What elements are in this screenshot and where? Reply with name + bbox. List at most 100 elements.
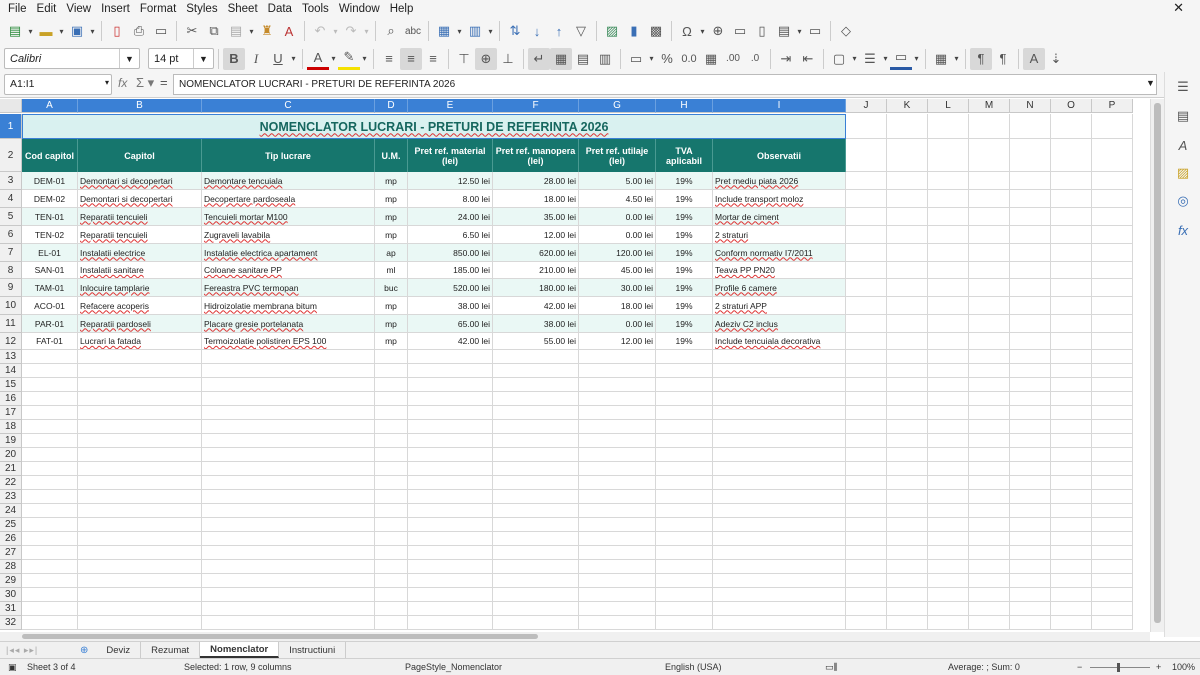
empty-cell[interactable] (928, 406, 969, 420)
empty-cell[interactable] (928, 448, 969, 462)
empty-cell[interactable] (579, 406, 656, 420)
empty-cell[interactable] (375, 448, 408, 462)
empty-cell[interactable] (1010, 315, 1051, 333)
empty-cell[interactable] (22, 420, 78, 434)
empty-cell[interactable] (928, 279, 969, 297)
empty-cell[interactable] (579, 378, 656, 392)
data-cell[interactable]: Profile 6 camere (713, 279, 846, 297)
freeze-rows-columns-icon[interactable]: ▭ (804, 20, 826, 42)
empty-cell[interactable] (408, 434, 493, 448)
data-cell[interactable]: ml (375, 262, 408, 279)
empty-cell[interactable] (846, 172, 887, 190)
empty-cell[interactable] (408, 462, 493, 476)
empty-cell[interactable] (375, 574, 408, 588)
empty-cell[interactable] (713, 350, 846, 364)
empty-cell[interactable] (928, 504, 969, 518)
empty-cell[interactable] (656, 602, 713, 616)
empty-cell[interactable] (1010, 518, 1051, 532)
empty-cell[interactable] (969, 114, 1010, 139)
empty-cell[interactable] (78, 490, 202, 504)
tab-nomenclator[interactable]: Nomenclator (200, 642, 280, 658)
empty-cell[interactable] (656, 574, 713, 588)
empty-cell[interactable] (713, 574, 846, 588)
empty-cell[interactable] (1092, 190, 1133, 208)
empty-cell[interactable] (928, 208, 969, 226)
empty-cell[interactable] (493, 574, 579, 588)
empty-cell[interactable] (375, 420, 408, 434)
empty-cell[interactable] (1010, 208, 1051, 226)
new-document-icon[interactable]: ▤ (4, 20, 26, 42)
autofilter-icon[interactable]: ▽ (570, 20, 592, 42)
data-cell[interactable]: mp (375, 172, 408, 190)
data-cell[interactable]: 0.00 lei (579, 315, 656, 333)
empty-cell[interactable] (928, 378, 969, 392)
data-cell[interactable]: 4.50 lei (579, 190, 656, 208)
empty-cell[interactable] (375, 406, 408, 420)
empty-cell[interactable] (713, 406, 846, 420)
insert-image-icon[interactable]: ▨ (601, 20, 623, 42)
empty-cell[interactable] (408, 420, 493, 434)
align-right-icon[interactable]: ≡ (422, 48, 444, 70)
empty-cell[interactable] (1092, 532, 1133, 546)
empty-cell[interactable] (493, 518, 579, 532)
empty-cell[interactable] (202, 476, 375, 490)
menu-sheet[interactable]: Sheet (224, 3, 264, 15)
empty-cell[interactable] (1092, 602, 1133, 616)
data-cell[interactable]: Zugraveli lavabila (202, 226, 375, 244)
empty-cell[interactable] (493, 392, 579, 406)
row-header-26[interactable]: 26 (0, 532, 22, 546)
empty-cell[interactable] (1092, 139, 1133, 172)
zoom-out-icon[interactable]: − (1077, 662, 1082, 672)
empty-cell[interactable] (713, 560, 846, 574)
empty-cell[interactable] (579, 602, 656, 616)
data-cell[interactable]: Demontari si decopertari (78, 190, 202, 208)
empty-cell[interactable] (846, 139, 887, 172)
empty-cell[interactable] (1092, 476, 1133, 490)
empty-cell[interactable] (887, 546, 928, 560)
empty-cell[interactable] (202, 434, 375, 448)
empty-cell[interactable] (656, 504, 713, 518)
empty-cell[interactable] (78, 448, 202, 462)
border-color-dropdown-icon[interactable]: ▾ (912, 48, 921, 70)
empty-cell[interactable] (78, 420, 202, 434)
data-cell[interactable]: 19% (656, 279, 713, 297)
row-header-1[interactable]: 1 (0, 114, 22, 139)
print-area-dropdown-icon[interactable]: ▾ (795, 20, 804, 42)
comment-icon[interactable]: ▭ (729, 20, 751, 42)
row-header-31[interactable]: 31 (0, 602, 22, 616)
column-header-j[interactable]: J (846, 99, 887, 113)
empty-cell[interactable] (1051, 392, 1092, 406)
data-cell[interactable]: 42.00 lei (493, 297, 579, 315)
empty-cell[interactable] (887, 490, 928, 504)
empty-cell[interactable] (22, 476, 78, 490)
empty-cell[interactable] (887, 364, 928, 378)
empty-cell[interactable] (969, 262, 1010, 279)
empty-cell[interactable] (969, 406, 1010, 420)
data-cell[interactable]: 19% (656, 226, 713, 244)
data-cell[interactable]: Reparatii tencuieli (78, 226, 202, 244)
empty-cell[interactable] (375, 462, 408, 476)
empty-cell[interactable] (1051, 560, 1092, 574)
data-cell[interactable]: Fereastra PVC termopan (202, 279, 375, 297)
sum-icon[interactable]: Σ ▾ (136, 75, 154, 91)
data-cell[interactable]: TAM-01 (22, 279, 78, 297)
empty-cell[interactable] (408, 546, 493, 560)
empty-cell[interactable] (928, 588, 969, 602)
empty-cell[interactable] (846, 333, 887, 350)
empty-cell[interactable] (202, 420, 375, 434)
empty-cell[interactable] (1010, 333, 1051, 350)
empty-cell[interactable] (375, 392, 408, 406)
data-cell[interactable]: TEN-02 (22, 226, 78, 244)
horizontal-scrollbar[interactable] (0, 632, 1150, 641)
data-cell[interactable]: Instalatii electrice (78, 244, 202, 262)
empty-cell[interactable] (1051, 262, 1092, 279)
conditional-format-dropdown-icon[interactable]: ▾ (952, 48, 961, 70)
empty-cell[interactable] (22, 406, 78, 420)
select-all-corner[interactable] (0, 99, 22, 113)
data-cell[interactable]: Include transport moloz (713, 190, 846, 208)
empty-cell[interactable] (493, 476, 579, 490)
empty-cell[interactable] (408, 448, 493, 462)
empty-cell[interactable] (887, 616, 928, 630)
empty-cell[interactable] (78, 476, 202, 490)
empty-cell[interactable] (579, 392, 656, 406)
